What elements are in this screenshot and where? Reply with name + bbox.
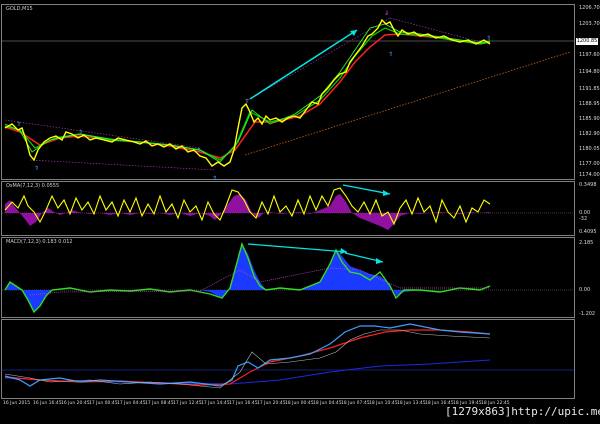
macd-fill [5,244,490,312]
fractal-marker-4: ⇑ [388,51,393,58]
price-tick: 1188.95 [579,101,600,107]
watermark-text: [1279x863]http://upic.me/ [445,405,600,418]
osma-panel-label: OsMA(7,12,3) 0.0555 [6,183,60,189]
osma-divergence-arrow [342,184,391,195]
time-tick: 18 Jun 10:45 [369,401,398,406]
macd-tick: 0.00 [579,287,591,293]
osma-tick: 0.4095 [579,229,597,235]
fractal-marker-3: ⇑ [34,165,39,172]
fractal-marker-6: ⇑ [16,121,21,128]
osma-tick: 0.3498 [579,182,597,188]
time-tick: 17 Jun 14:45 [201,401,230,406]
price-panel-label: GOLD,M15 [6,6,33,12]
time-tick: 17 Jun 00:45 [89,401,118,406]
time-tick: 17 Jun 12:45 [173,401,202,406]
time-tick: 18 Jun 07:45 [341,401,370,406]
price-tick: 1182.90 [579,131,600,137]
chart-canvas[interactable]: ⇓ ⇑ ⇑ ⇑ ⇑ ⇑ ⇑ ⇑ ⇑ [0,0,600,424]
price-tick: 1180.05 [579,146,600,152]
fractal-marker-5: ⇑ [78,129,83,136]
fractal-marker-1: ⇑ [244,98,249,105]
osma-series [2,184,574,230]
macd-tick: -1.202 [579,311,596,317]
price-tick: 1185.90 [579,116,600,122]
macd-series [2,241,574,314]
long-trendline [244,51,571,156]
mid-ma-red [4,329,491,386]
green-ma-1 [4,27,491,161]
time-tick: 18 Jun 13:45 [397,401,426,406]
osma-tick: -32 [579,216,588,222]
green-ma-2 [4,23,491,163]
price-tick: 1197.60 [579,52,600,58]
price-tick: 1177.00 [579,161,600,167]
price-panel[interactable] [1,4,575,180]
macd-divergence-arrow-1 [247,243,348,253]
macd-panel[interactable] [1,237,575,318]
fractal-marker-8: ⇑ [486,35,491,42]
time-tick: 17 Jun 08:45 [145,401,174,406]
red-ma [4,33,491,159]
trend-arrow [249,29,358,100]
osma-signal-line [4,187,491,226]
fractal-marker-2: ⇑ [212,175,217,182]
macd-tick: 2.185 [579,240,594,246]
time-tick: 17 Jun 16:45 [229,401,258,406]
price-tick: 1174.00 [579,172,600,178]
price-line [4,18,491,167]
time-tick: 17 Jun 04:45 [117,401,146,406]
time-tick: 18 Jun 00:45 [285,401,314,406]
divergence-line-2 [29,159,216,171]
price-tick: 1191.85 [579,86,600,92]
time-tick: 16 Jun 2015 [3,401,31,406]
fractal-marker-7: ⇑ [196,147,201,154]
price-tick: 1203.70 [579,21,600,27]
current-price-tag: 1200.85 [576,38,598,45]
osma-arrow-head [383,190,390,196]
envelope-grey [4,329,491,389]
divergence-line-4 [389,17,481,43]
price-tick: 1194.80 [579,69,600,75]
time-tick: 18 Jun 04:45 [313,401,342,406]
macd-arrow-head-2 [376,258,383,264]
price-tick: 1206.70 [579,5,600,11]
fractal-up-marker: ⇓ [384,10,389,17]
time-tick: 16 Jun 16:45 [33,401,62,406]
panel-frames [1,4,575,399]
macd-panel-label: MACD(7,12,3) 0.183 0.012 [6,239,73,245]
ma-panel-series [2,323,574,389]
time-tick: 16 Jun 20:45 [61,401,90,406]
price-series: ⇓ ⇑ ⇑ ⇑ ⇑ ⇑ ⇑ ⇑ ⇑ [2,10,574,182]
time-tick: 17 Jun 20:45 [257,401,286,406]
